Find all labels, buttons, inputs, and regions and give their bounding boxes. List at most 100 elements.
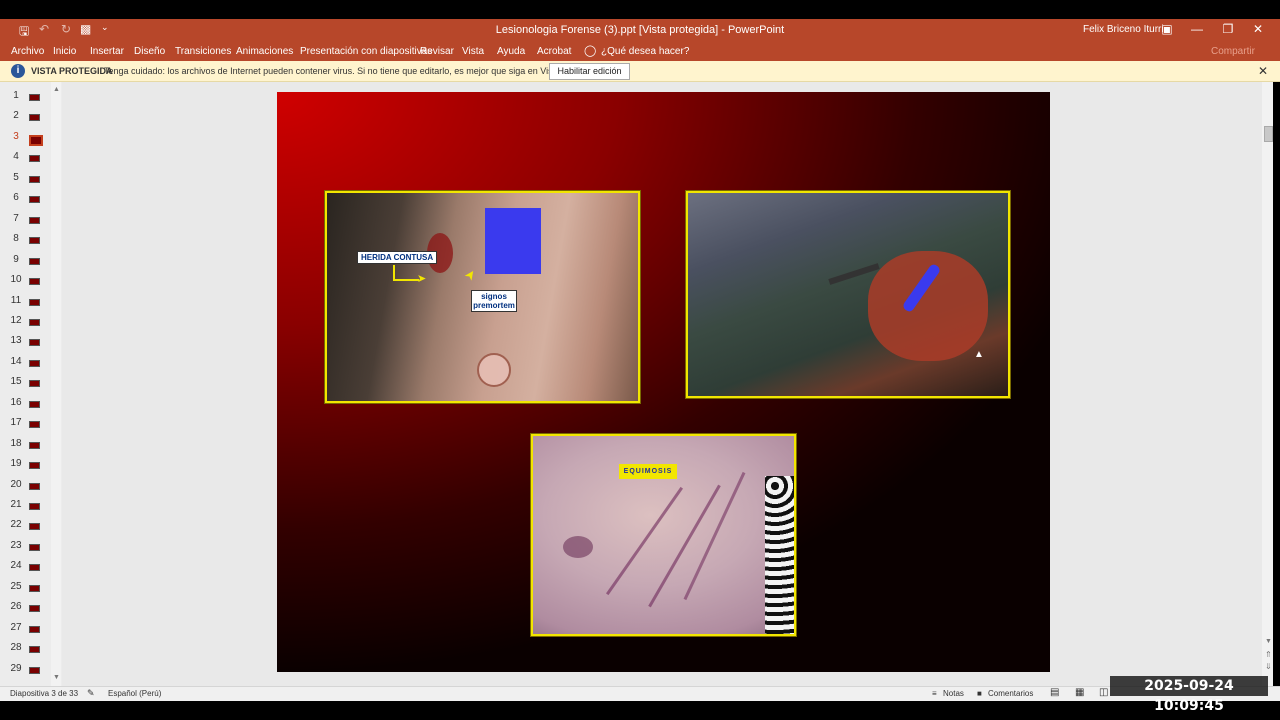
slide-number[interactable]: 10 — [9, 274, 23, 285]
slide-thumbnail[interactable] — [29, 400, 40, 408]
slide-number[interactable]: 6 — [9, 192, 23, 203]
slide-thumbnail[interactable] — [29, 114, 40, 122]
slide-thumbnail[interactable] — [29, 237, 40, 245]
slide-thumbnail[interactable] — [29, 584, 40, 592]
tab-insertar[interactable]: Insertar — [90, 46, 124, 57]
enable-editing-button[interactable]: Habilitar edición — [549, 63, 630, 80]
slide-thumbnail[interactable] — [29, 625, 40, 633]
slide-thumbnail[interactable] — [29, 134, 43, 146]
tab-archivo[interactable]: Archivo — [11, 46, 44, 57]
slide-thumbnail[interactable] — [29, 94, 40, 101]
slide-number[interactable]: 19 — [9, 458, 23, 469]
next-slide-icon[interactable]: ⇓ — [1265, 662, 1272, 671]
current-slide[interactable]: HERIDA CONTUSA ➤ ➤ signos premortem ▲ EQ… — [277, 92, 1050, 672]
photo-contused-wound[interactable]: HERIDA CONTUSA ➤ ➤ signos premortem — [325, 191, 640, 403]
slide-sorter-icon[interactable]: ▦ — [1075, 687, 1084, 698]
scroll-thumb[interactable] — [1264, 126, 1273, 142]
slide-thumbnail[interactable] — [29, 380, 40, 388]
language-indicator[interactable]: Español (Perú) — [108, 689, 161, 698]
slide-number[interactable]: 2 — [9, 110, 23, 121]
prev-slide-icon[interactable]: ⇑ — [1265, 650, 1272, 659]
tab-revisar[interactable]: Revisar — [420, 46, 454, 57]
normal-view-icon[interactable]: ▤ — [1050, 687, 1059, 698]
slide-thumbnail[interactable] — [29, 318, 40, 326]
slide-number[interactable]: 21 — [9, 499, 23, 510]
tell-me-search[interactable]: ¿Qué desea hacer? — [601, 46, 689, 57]
user-name[interactable]: Felix Briceno Iturri — [1083, 24, 1164, 35]
slide-thumbnail[interactable] — [29, 421, 40, 429]
slide-thumbnail[interactable] — [29, 543, 40, 551]
notes-icon[interactable]: ≡ — [932, 689, 937, 698]
slide-number[interactable]: 3 — [9, 131, 23, 142]
scroll-down-icon[interactable]: ▼ — [1265, 638, 1272, 645]
slide-number[interactable]: 12 — [9, 315, 23, 326]
tab-ayuda[interactable]: Ayuda — [497, 46, 525, 57]
slide-thumbnail[interactable] — [29, 482, 40, 490]
spelling-icon[interactable]: ✎ — [87, 688, 95, 699]
slide-number[interactable]: 15 — [9, 376, 23, 387]
slide-thumbnail[interactable] — [29, 155, 40, 163]
slide-number[interactable]: 9 — [9, 254, 23, 265]
slide-thumbnail[interactable] — [29, 503, 40, 510]
slide-thumbnail[interactable] — [29, 175, 40, 183]
slide-thumbnail[interactable] — [29, 523, 40, 531]
slide-number[interactable]: 13 — [9, 335, 23, 346]
tab-vista[interactable]: Vista — [462, 46, 484, 57]
reading-view-icon[interactable]: ◫ — [1099, 687, 1108, 698]
slide-number[interactable]: 16 — [9, 397, 23, 408]
slide-thumbnail[interactable] — [29, 298, 40, 306]
slide-list-scrollbar[interactable]: ▲ ▼ — [51, 82, 61, 686]
slide-number[interactable]: 27 — [9, 622, 23, 633]
tab-transiciones[interactable]: Transiciones — [175, 46, 231, 57]
close-icon[interactable]: ✕ — [1248, 22, 1268, 36]
close-icon[interactable]: ✕ — [1258, 64, 1268, 78]
photo-stab-victim[interactable]: ▲ — [686, 191, 1010, 398]
slide-number[interactable]: 25 — [9, 581, 23, 592]
slide-thumbnail[interactable] — [29, 605, 40, 613]
slide-number[interactable]: 24 — [9, 560, 23, 571]
ribbon-display-icon[interactable]: ▣ — [1157, 22, 1177, 36]
share-button[interactable]: Compartir — [1211, 46, 1255, 57]
slide-number[interactable]: 17 — [9, 417, 23, 428]
notes-button[interactable]: Notas — [943, 689, 964, 698]
slide-thumbnail[interactable] — [29, 216, 40, 224]
slide-number[interactable]: 4 — [9, 151, 23, 162]
slide-thumbnail[interactable] — [29, 462, 40, 470]
label-signos-premortem: signos premortem — [471, 290, 517, 312]
scroll-down-icon[interactable]: ▼ — [53, 674, 60, 681]
minimize-icon[interactable]: — — [1187, 22, 1207, 36]
slide-number[interactable]: 7 — [9, 213, 23, 224]
scroll-up-icon[interactable]: ▲ — [53, 86, 60, 93]
slide-number[interactable]: 22 — [9, 519, 23, 530]
restore-icon[interactable]: ❐ — [1218, 22, 1238, 36]
slide-number[interactable]: 26 — [9, 601, 23, 612]
slide-number[interactable]: 18 — [9, 438, 23, 449]
slide-number[interactable]: 28 — [9, 642, 23, 653]
slide-thumbnail[interactable] — [29, 196, 40, 204]
tab-acrobat[interactable]: Acrobat — [537, 46, 571, 57]
comment-icon[interactable]: ■ — [977, 689, 982, 698]
tab-diseno[interactable]: Diseño — [134, 46, 165, 57]
slide-thumbnail[interactable] — [29, 564, 40, 572]
slide-number[interactable]: 14 — [9, 356, 23, 367]
slide-thumbnail[interactable] — [29, 666, 40, 674]
tab-animaciones[interactable]: Animaciones — [236, 46, 293, 57]
slide-thumbnail[interactable] — [29, 359, 40, 367]
tab-inicio[interactable]: Inicio — [53, 46, 76, 57]
slide-thumbnail[interactable] — [29, 257, 40, 265]
editor-scrollbar[interactable]: ▼ ⇑ ⇓ — [1262, 82, 1273, 686]
slide-number[interactable]: 11 — [9, 295, 23, 306]
slide-number[interactable]: 29 — [9, 663, 23, 674]
slide-thumbnail[interactable] — [29, 441, 40, 449]
slide-thumbnail[interactable] — [29, 646, 40, 654]
slide-number[interactable]: 8 — [9, 233, 23, 244]
comments-button[interactable]: Comentarios — [988, 689, 1033, 698]
slide-number[interactable]: 20 — [9, 479, 23, 490]
slide-thumbnail[interactable] — [29, 278, 40, 286]
slide-number[interactable]: 1 — [9, 90, 23, 101]
slide-number[interactable]: 23 — [9, 540, 23, 551]
photo-equimosis[interactable]: EQUIMOSIS — [531, 434, 796, 636]
tab-presentacion[interactable]: Presentación con diapositivas — [300, 46, 432, 57]
slide-number[interactable]: 5 — [9, 172, 23, 183]
slide-thumbnail[interactable] — [29, 339, 40, 347]
